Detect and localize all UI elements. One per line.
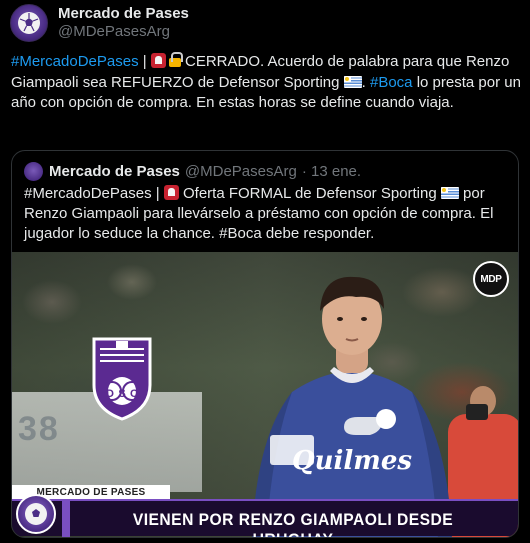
- crest-letter-d: D: [106, 388, 114, 400]
- quote-text-part2: Oferta FORMAL de Defensor Sporting: [178, 185, 441, 202]
- quote-avatar[interactable]: [24, 162, 43, 181]
- player-figure: Quilmes: [252, 276, 452, 537]
- rotating-light-icon: [150, 53, 166, 68]
- quote-date: · 13 ene.: [301, 163, 362, 180]
- author-handle[interactable]: @MDePasesArg: [58, 23, 189, 41]
- banner-bar: VIENEN POR RENZO GIAMPAOLI DESDE URUGUAY: [12, 499, 518, 537]
- banner-headline: VIENEN POR RENZO GIAMPAOLI DESDE URUGUAY: [132, 510, 454, 537]
- quote-text: #MercadoDePases | Oferta FORMAL de Defen…: [24, 184, 509, 244]
- uruguay-flag-icon: [440, 187, 459, 199]
- text-separator: |: [138, 53, 151, 70]
- hashtag-boca[interactable]: #Boca: [370, 74, 413, 91]
- banner-accent: [62, 501, 70, 537]
- defensor-sporting-crest-icon: D S C: [92, 337, 152, 421]
- hashtag-mercadodepases[interactable]: #MercadoDePases: [11, 53, 139, 70]
- crest-letter-c: C: [130, 388, 138, 400]
- quote-media-image[interactable]: 38 D S C Quilmes MDP MERCADO DE PASES VI…: [12, 252, 518, 537]
- banner-brand-logo-icon: [16, 494, 56, 534]
- advertising-board-graphic: 38: [18, 410, 83, 448]
- crest-letter-s: S: [118, 388, 125, 400]
- quote-handle[interactable]: @MDePasesArg: [185, 163, 297, 180]
- uruguay-flag-icon: [343, 75, 362, 88]
- quote-display-name[interactable]: Mercado de Pases: [49, 163, 180, 180]
- lock-icon: [168, 52, 183, 67]
- rotating-light-icon: [163, 185, 179, 200]
- profile-avatar[interactable]: [10, 4, 48, 42]
- mdp-logo-badge: MDP: [473, 261, 509, 297]
- author-display-name[interactable]: Mercado de Pases: [58, 5, 189, 23]
- quote-text-part1: #MercadoDePases |: [24, 185, 164, 202]
- quoted-tweet[interactable]: Mercado de Pases @MDePasesArg · 13 ene. …: [11, 150, 519, 538]
- tweet-header: Mercado de Pases @MDePasesArg: [10, 3, 189, 43]
- tweet-text: #MercadoDePases | CERRADO. Acuerdo de pa…: [11, 52, 521, 111]
- ball-logo-icon: [18, 12, 40, 34]
